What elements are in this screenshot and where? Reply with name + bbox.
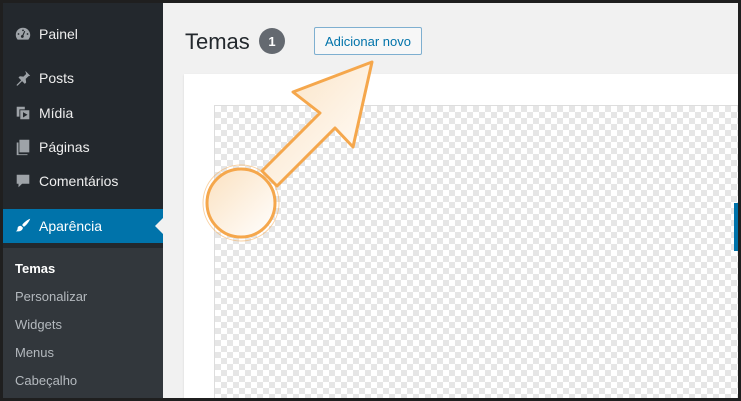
sidebar-item-paginas[interactable]: Páginas xyxy=(3,130,163,164)
sidebar-item-midia[interactable]: Mídia xyxy=(3,96,163,130)
sidebar-item-label: Páginas xyxy=(39,139,90,155)
sidebar-item-label: Aparência xyxy=(39,218,103,234)
sidebar-item-label: Comentários xyxy=(39,173,119,189)
appearance-submenu: Temas Personalizar Widgets Menus Cabeçal… xyxy=(3,248,163,398)
page-title: Temas xyxy=(185,29,250,54)
add-new-theme-button[interactable]: Adicionar novo xyxy=(314,27,422,55)
comments-icon xyxy=(13,171,33,191)
submenu-item-menus[interactable]: Menus xyxy=(15,345,54,360)
sidebar-item-painel[interactable]: Painel xyxy=(3,17,163,51)
submenu-item-personalizar[interactable]: Personalizar xyxy=(15,289,87,304)
sidebar-item-label: Mídia xyxy=(39,105,74,121)
sidebar-item-label: Painel xyxy=(39,26,78,42)
brush-icon xyxy=(13,216,33,236)
theme-screenshot-placeholder[interactable] xyxy=(214,105,738,398)
scroll-indicator xyxy=(734,203,738,251)
pin-icon xyxy=(13,68,33,88)
submenu-item-cabecalho[interactable]: Cabeçalho xyxy=(15,373,77,388)
sidebar-item-posts[interactable]: Posts xyxy=(3,61,163,95)
sidebar-item-comentarios[interactable]: Comentários xyxy=(3,164,163,198)
sidebar-item-label: Posts xyxy=(39,70,75,86)
theme-count-badge: 1 xyxy=(259,28,285,54)
pages-icon xyxy=(13,137,33,157)
wp-admin-window: Painel Posts Mídia Páginas Comentários A… xyxy=(3,3,738,398)
admin-sidebar: Painel Posts Mídia Páginas Comentários A… xyxy=(3,3,163,398)
sidebar-item-aparencia[interactable]: Aparência xyxy=(3,209,163,243)
dashboard-icon xyxy=(13,24,33,44)
submenu-item-temas[interactable]: Temas xyxy=(15,261,55,276)
media-icon xyxy=(13,103,33,123)
submenu-item-widgets[interactable]: Widgets xyxy=(15,317,62,332)
